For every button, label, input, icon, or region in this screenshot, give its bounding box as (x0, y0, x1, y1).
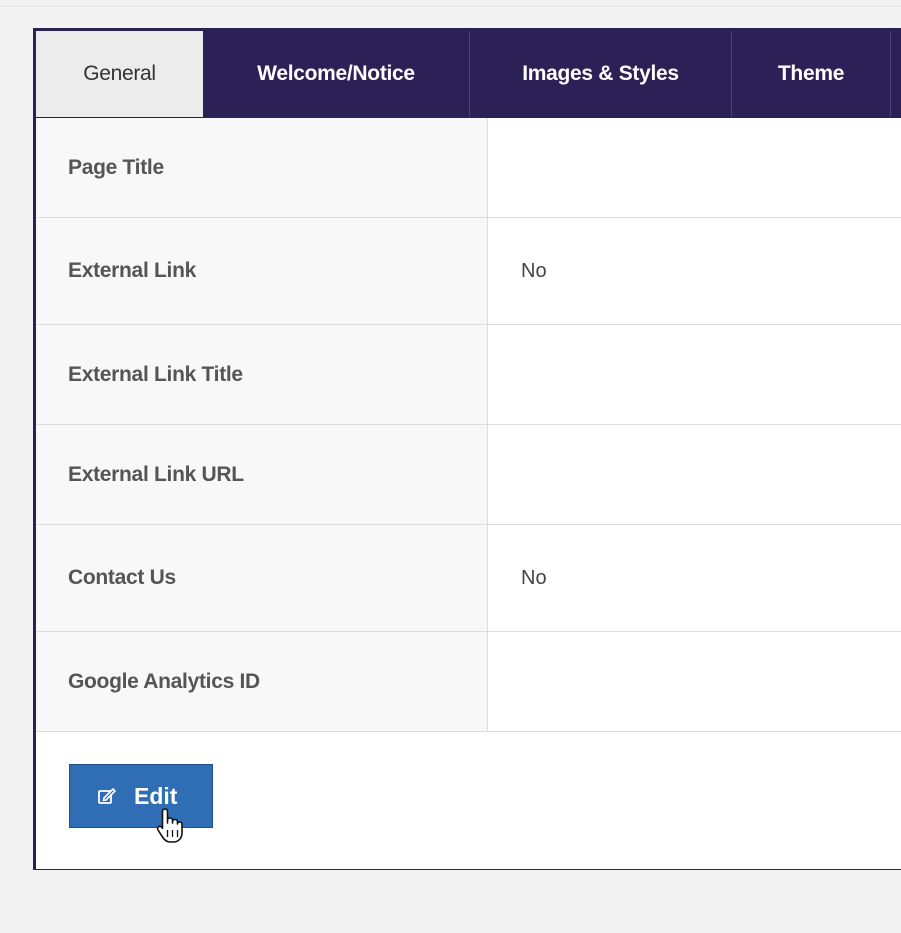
tab-welcome-notice[interactable]: Welcome/Notice (203, 31, 470, 117)
table-row: External Link No (36, 218, 901, 325)
table-row: Google Analytics ID (36, 632, 901, 732)
table-row: External Link URL (36, 425, 901, 525)
actions-area: Edit (36, 732, 901, 869)
row-value: No (488, 525, 901, 631)
edit-button[interactable]: Edit (69, 764, 213, 828)
row-value (488, 632, 901, 731)
tab-general[interactable]: General (36, 31, 203, 117)
pencil-square-icon (96, 785, 118, 807)
tab-overflow[interactable] (891, 31, 901, 117)
row-label: External Link (36, 218, 488, 324)
row-label: Contact Us (36, 525, 488, 631)
row-value (488, 425, 901, 524)
row-label: Google Analytics ID (36, 632, 488, 731)
hand-pointer-icon (154, 806, 188, 846)
tab-theme[interactable]: Theme (732, 31, 891, 117)
table-row: External Link Title (36, 325, 901, 425)
tab-bar: General Welcome/Notice Images & Styles T… (36, 31, 901, 118)
row-label: Page Title (36, 118, 488, 217)
table-row: Contact Us No (36, 525, 901, 632)
table-row: Page Title (36, 118, 901, 218)
row-value (488, 325, 901, 424)
tab-images-styles[interactable]: Images & Styles (470, 31, 732, 117)
row-value: No (488, 218, 901, 324)
row-label: External Link URL (36, 425, 488, 524)
row-value (488, 118, 901, 217)
settings-panel: General Welcome/Notice Images & Styles T… (33, 28, 901, 870)
row-label: External Link Title (36, 325, 488, 424)
page-top-strip (0, 0, 901, 7)
